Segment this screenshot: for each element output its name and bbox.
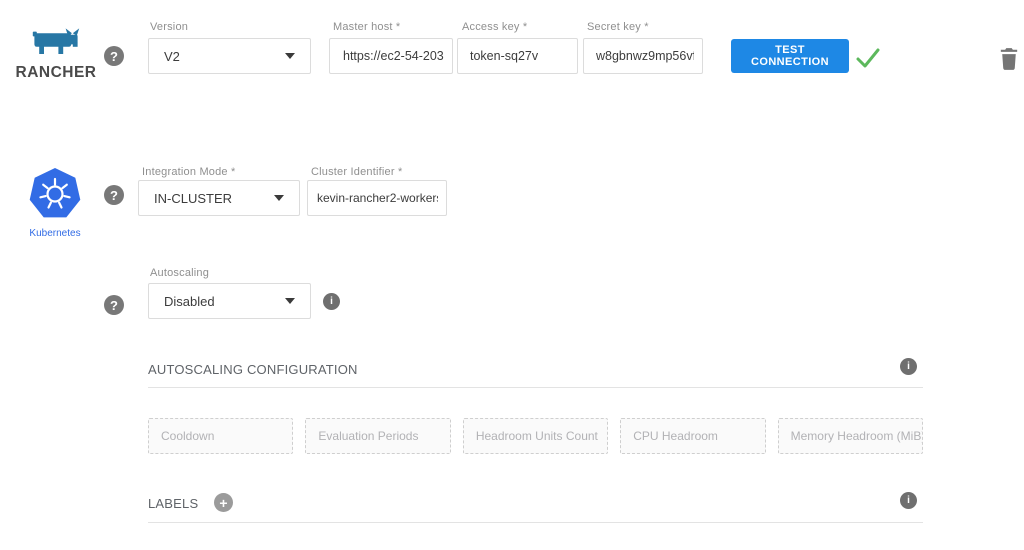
autoscaling-info-icon[interactable]: i xyxy=(323,293,340,310)
kubernetes-logo: Kubernetes xyxy=(12,168,98,239)
section-divider xyxy=(148,387,923,388)
help-glyph: ? xyxy=(110,298,118,313)
plus-glyph: + xyxy=(219,495,227,511)
delete-integration-trash-icon[interactable] xyxy=(999,47,1019,71)
cooldown-field-disabled: Cooldown xyxy=(148,418,293,454)
info-glyph: i xyxy=(907,361,910,372)
version-value: V2 xyxy=(164,49,277,64)
autoscaling-value: Disabled xyxy=(164,294,277,309)
help-glyph: ? xyxy=(110,49,118,64)
access-key-label: Access key * xyxy=(462,21,527,33)
chevron-down-icon xyxy=(285,53,295,59)
autoscaling-configuration-info-icon[interactable]: i xyxy=(900,358,917,375)
info-glyph: i xyxy=(907,495,910,506)
kubernetes-icon xyxy=(29,168,81,220)
kubernetes-help-icon[interactable]: ? xyxy=(104,185,124,205)
memory-headroom-field-disabled: Memory Headroom (MiB) xyxy=(778,418,923,454)
add-label-plus-icon[interactable]: + xyxy=(214,493,233,512)
rancher-bull-icon xyxy=(27,26,85,58)
test-connection-button[interactable]: TEST CONNECTION xyxy=(731,39,849,73)
help-glyph: ? xyxy=(110,188,118,203)
access-key-input[interactable] xyxy=(457,38,578,74)
rancher-logo: RANCHER xyxy=(10,26,102,82)
integration-settings-form: RANCHER ? Version V2 Master host * Acces… xyxy=(0,0,1024,550)
autoscaling-label: Autoscaling xyxy=(150,267,209,279)
chevron-down-icon xyxy=(285,298,295,304)
secret-key-label: Secret key * xyxy=(587,21,649,33)
version-label: Version xyxy=(150,21,188,33)
cpu-headroom-field-disabled: CPU Headroom xyxy=(620,418,765,454)
rancher-logo-text: RANCHER xyxy=(10,64,102,82)
autoscaling-config-fields-row: Cooldown Evaluation Periods Headroom Uni… xyxy=(148,418,923,454)
master-host-label: Master host * xyxy=(333,21,400,33)
master-host-input[interactable] xyxy=(329,38,453,74)
secret-key-input[interactable] xyxy=(583,38,703,74)
evaluation-periods-field-disabled: Evaluation Periods xyxy=(305,418,450,454)
integration-mode-label: Integration Mode * xyxy=(142,166,236,178)
version-select[interactable]: V2 xyxy=(148,38,311,74)
info-glyph: i xyxy=(330,296,333,307)
chevron-down-icon xyxy=(274,195,284,201)
connection-success-check-icon xyxy=(855,45,881,71)
autoscaling-configuration-header: AUTOSCALING CONFIGURATION xyxy=(148,362,358,377)
rancher-help-icon[interactable]: ? xyxy=(104,46,124,66)
integration-mode-value: IN-CLUSTER xyxy=(154,191,266,206)
cluster-identifier-label: Cluster Identifier * xyxy=(311,166,402,178)
headroom-units-count-field-disabled: Headroom Units Count xyxy=(463,418,608,454)
autoscaling-help-icon[interactable]: ? xyxy=(104,295,124,315)
labels-header: LABELS xyxy=(148,496,198,511)
autoscaling-select[interactable]: Disabled xyxy=(148,283,311,319)
cluster-identifier-input[interactable] xyxy=(307,180,447,216)
labels-info-icon[interactable]: i xyxy=(900,492,917,509)
section-divider xyxy=(148,522,923,523)
integration-mode-select[interactable]: IN-CLUSTER xyxy=(138,180,300,216)
kubernetes-logo-text: Kubernetes xyxy=(12,228,98,239)
